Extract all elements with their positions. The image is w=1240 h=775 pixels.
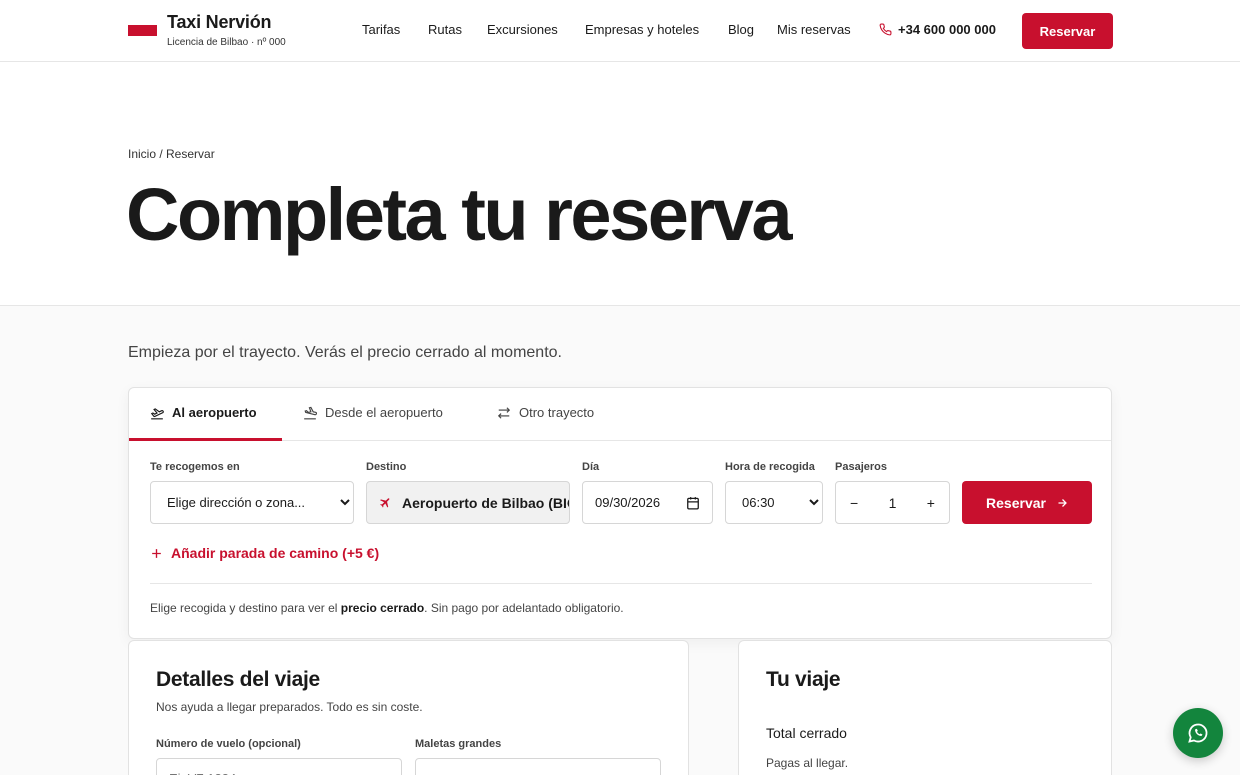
swap-arrows-icon — [497, 406, 511, 419]
details-subtitle: Nos ayuda a llegar preparados. Todo es s… — [156, 700, 423, 714]
tab-label: Al aeropuerto — [172, 405, 257, 420]
destination-label: Destino — [366, 461, 407, 473]
tab-otro-trayecto[interactable]: Otro trayecto — [497, 405, 594, 420]
arrow-right-icon — [1058, 498, 1067, 507]
bags-label: Maletas grandes — [415, 738, 502, 750]
nav-empresas-hoteles[interactable]: Empresas y hoteles — [585, 22, 699, 37]
time-select[interactable]: 06:30 — [725, 481, 823, 524]
route-tabs: Al aeropuerto Desde el aeropuerto Otro t… — [129, 388, 1111, 441]
nav-tarifas[interactable]: Tarifas — [362, 22, 400, 37]
destination-field[interactable]: Aeropuerto de Bilbao (BIO) — [366, 481, 570, 524]
tab-desde-aeropuerto[interactable]: Desde el aeropuerto — [303, 405, 443, 420]
intro-text: Empieza por el trayecto. Verás el precio… — [128, 344, 562, 361]
nav-blog[interactable]: Blog — [728, 22, 754, 37]
phone-link[interactable]: +34 600 000 000 — [879, 22, 996, 37]
summary-title: Tu viaje — [766, 668, 841, 691]
tab-label: Otro trayecto — [519, 405, 595, 420]
nav-excursiones[interactable]: Excursiones — [487, 22, 558, 37]
increment-button[interactable]: + — [927, 495, 935, 511]
nav-rutas[interactable]: Rutas — [428, 22, 462, 37]
page-title: Completa tu reserva — [126, 173, 793, 256]
add-stop-link[interactable]: Añadir parada de camino (+5 €) — [150, 545, 379, 561]
passengers-value: 1 — [888, 494, 897, 511]
price-note-bold: precio cerrado — [340, 601, 425, 615]
flight-label: Número de vuelo (opcional) — [156, 738, 301, 750]
whatsapp-icon — [1188, 723, 1208, 743]
site-header: Taxi Nervión Licencia de Bilbao · nº 000… — [0, 0, 1240, 62]
trip-summary-card: Tu viaje Total cerrado Pagas al llegar. — [738, 640, 1112, 775]
plane-arrival-icon — [304, 406, 317, 419]
details-title: Detalles del viaje — [156, 668, 320, 691]
destination-value: Aeropuerto de Bilbao (BIO) — [402, 494, 570, 511]
bags-input[interactable] — [415, 758, 661, 775]
plane-departure-icon — [150, 407, 164, 419]
whatsapp-button[interactable] — [1173, 708, 1223, 758]
passengers-label: Pasajeros — [835, 461, 887, 473]
plane-icon — [380, 498, 390, 508]
summary-pay-note: Pagas al llegar. — [766, 756, 849, 770]
decrement-button[interactable]: − — [850, 495, 858, 511]
card-divider — [150, 583, 1092, 584]
nav-mis-reservas[interactable]: Mis reservas — [777, 22, 851, 37]
day-label: Día — [582, 461, 600, 473]
day-input[interactable]: 09/30/2026 — [582, 481, 713, 524]
brand-name[interactable]: Taxi Nervión — [167, 12, 272, 33]
breadcrumb: Inicio / Reservar — [128, 147, 215, 161]
add-stop-label: Añadir parada de camino (+5 €) — [171, 545, 380, 561]
booking-card: Al aeropuerto Desde el aeropuerto Otro t… — [128, 387, 1112, 639]
phone-icon — [879, 23, 892, 36]
passengers-stepper: − 1 + — [835, 481, 950, 524]
phone-number: +34 600 000 000 — [898, 22, 996, 37]
time-label: Hora de recogida — [725, 461, 815, 473]
tab-label: Desde el aeropuerto — [325, 405, 443, 420]
reserve-submit-label: Reservar — [986, 494, 1046, 511]
price-note: Elige recogida y destino para ver el pre… — [150, 601, 624, 615]
tab-al-aeropuerto[interactable]: Al aeropuerto — [150, 405, 257, 420]
flight-input[interactable] — [156, 758, 402, 775]
brand-flag-icon[interactable] — [128, 25, 157, 36]
reserve-submit-button[interactable]: Reservar — [962, 481, 1092, 524]
pickup-select[interactable]: Elige dirección o zona... — [150, 481, 354, 524]
active-tab-indicator — [129, 438, 282, 441]
summary-total-label: Total cerrado — [766, 725, 847, 741]
pickup-label: Te recogemos en — [150, 461, 240, 473]
day-value: 09/30/2026 — [595, 495, 661, 510]
calendar-icon[interactable] — [686, 496, 700, 510]
header-reserve-button[interactable]: Reservar — [1022, 13, 1113, 49]
license-text: Licencia de Bilbao · nº 000 — [167, 37, 286, 48]
plus-icon — [152, 548, 161, 558]
trip-details-card: Detalles del viaje Nos ayuda a llegar pr… — [128, 640, 689, 775]
